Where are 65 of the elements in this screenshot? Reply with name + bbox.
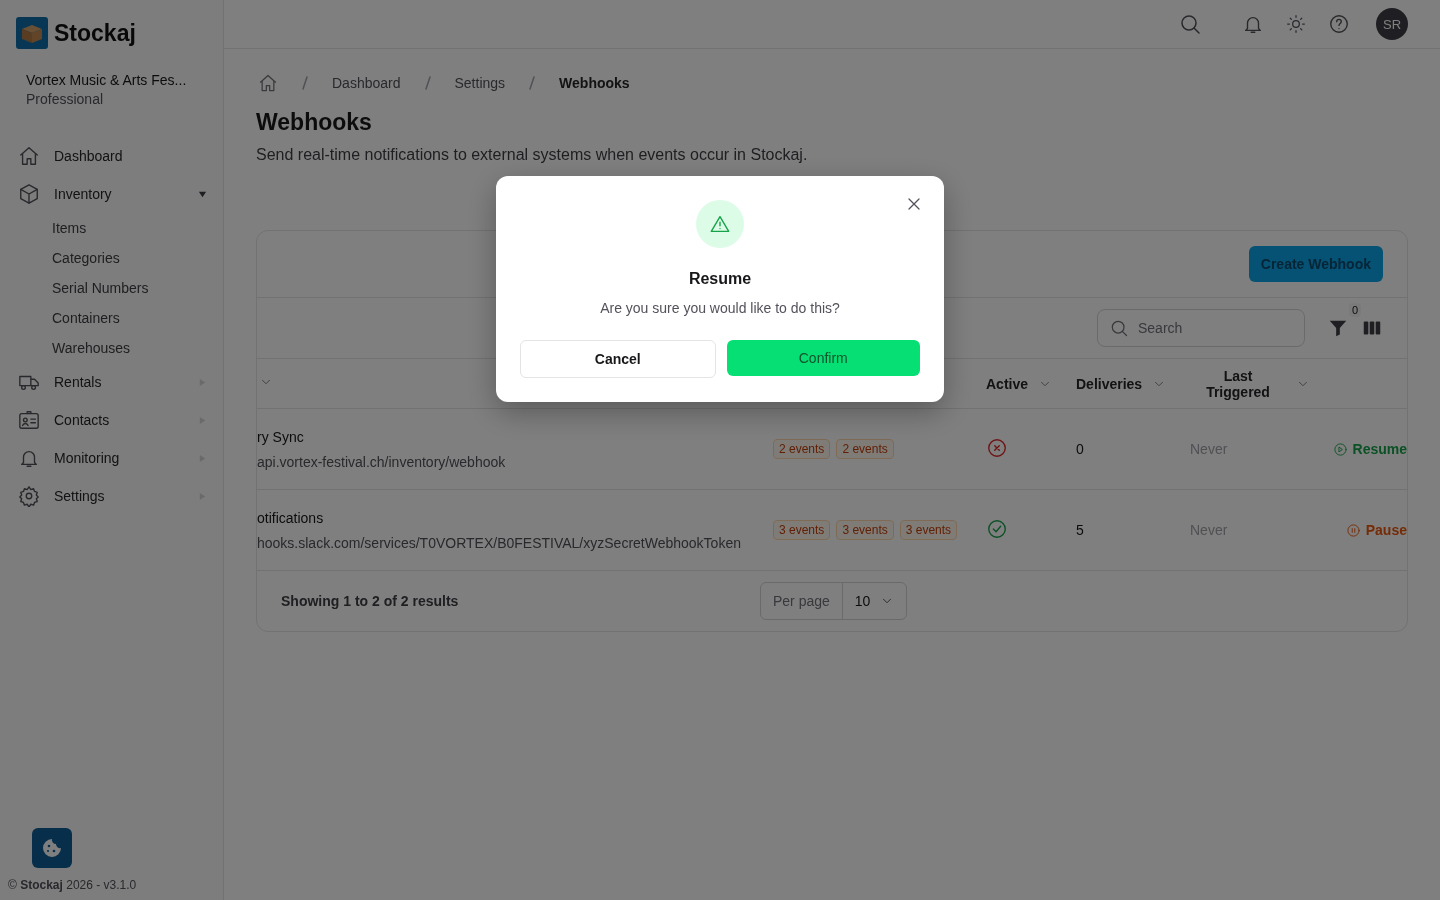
play-circle-icon xyxy=(1332,441,1348,457)
sun-icon[interactable] xyxy=(1286,14,1306,34)
nav-subitem[interactable]: Serial Numbers xyxy=(16,273,207,303)
column-header[interactable]: Deliveries xyxy=(1076,375,1167,392)
nav-item[interactable]: Dashboard xyxy=(16,137,207,175)
search-icon xyxy=(1109,318,1129,338)
confirm-button[interactable]: Confirm xyxy=(726,340,920,376)
nav-subitem[interactable]: Items xyxy=(16,213,207,243)
event-count-badge: 2 events xyxy=(773,439,831,459)
row-action-link[interactable]: Pause xyxy=(1345,522,1407,538)
breadcrumb-link[interactable]: Settings xyxy=(454,75,506,91)
per-page-select[interactable]: Per page 10 xyxy=(760,582,908,620)
slash-separator-icon xyxy=(300,75,310,91)
per-page-label: Per page xyxy=(761,583,843,619)
page-description: Send real-time notifications to external systems when events occur in Stockaj. xyxy=(256,146,809,164)
copyright-text: © Stockaj 2026 - v3.1.0 xyxy=(8,878,138,892)
event-count-badge: 2 events xyxy=(836,439,894,459)
event-count-badge: 3 events xyxy=(773,520,831,540)
nav-item[interactable]: Inventory xyxy=(16,175,207,213)
slash-separator-icon xyxy=(422,75,433,91)
app-name: Stockaj xyxy=(54,19,136,47)
user-avatar[interactable]: SR xyxy=(1376,8,1408,40)
page-title: Webhooks xyxy=(256,109,373,136)
warning-icon xyxy=(709,213,731,235)
dialog-message: Are you sure you would like to do this? xyxy=(600,300,840,316)
nav-subitem[interactable]: Warehouses xyxy=(16,333,207,363)
event-count-badge: 3 events xyxy=(899,520,958,540)
webhook-url: api.vortex-festival.ch/inventory/webhook xyxy=(257,453,507,470)
help-icon[interactable] xyxy=(1328,13,1350,35)
table-cell-text: 5 xyxy=(1076,522,1085,538)
plan-label: Professional xyxy=(26,91,105,107)
nav-item[interactable]: Rentals xyxy=(16,363,207,401)
organization-name[interactable]: Vortex Music & Arts Fes... xyxy=(26,72,197,88)
column-header[interactable]: Active xyxy=(986,375,1053,392)
breadcrumb-link[interactable]: Dashboard xyxy=(332,75,401,91)
dialog-title: Resume xyxy=(688,270,752,288)
nav-subitem[interactable]: Containers xyxy=(16,303,207,333)
cookie-button[interactable] xyxy=(32,828,72,868)
webhook-name: otifications xyxy=(257,509,325,526)
row-action-link[interactable]: Resume xyxy=(1332,441,1407,457)
webhook-url: hooks.slack.com/services/T0VORTEX/B0FESTIVAL/xyzSecretWebhookToken xyxy=(257,534,742,551)
nav-item[interactable]: Contacts xyxy=(16,401,207,439)
logo-icon xyxy=(16,17,48,49)
slash-separator-icon xyxy=(527,75,538,91)
results-summary: Showing 1 to 2 of 2 results xyxy=(281,593,460,609)
cookie-icon xyxy=(40,836,64,860)
gear-icon xyxy=(18,485,40,507)
nav-item[interactable]: Settings xyxy=(16,477,207,515)
table-cell-text: 0 xyxy=(1076,441,1085,457)
column-header[interactable]: Last Triggered xyxy=(1190,367,1310,400)
filter-count-badge: 0 xyxy=(1348,303,1361,317)
cancel-button[interactable]: Cancel xyxy=(520,340,716,378)
breadcrumb-link[interactable]: Webhooks xyxy=(559,75,630,91)
pause-circle-icon xyxy=(1345,522,1361,538)
nav-item[interactable]: Monitoring xyxy=(16,439,207,477)
nav-subitem[interactable]: Categories xyxy=(16,243,207,273)
search-field[interactable]: Search xyxy=(1097,309,1305,347)
contact-card-icon xyxy=(18,409,40,431)
home-icon xyxy=(18,145,40,167)
cube-icon xyxy=(18,183,40,205)
search-icon[interactable] xyxy=(1178,12,1202,36)
webhook-name: ry Sync xyxy=(257,428,305,445)
per-page-value[interactable]: 10 xyxy=(842,593,907,609)
home-icon[interactable] xyxy=(258,73,278,93)
event-count-badge: 3 events xyxy=(836,520,894,540)
